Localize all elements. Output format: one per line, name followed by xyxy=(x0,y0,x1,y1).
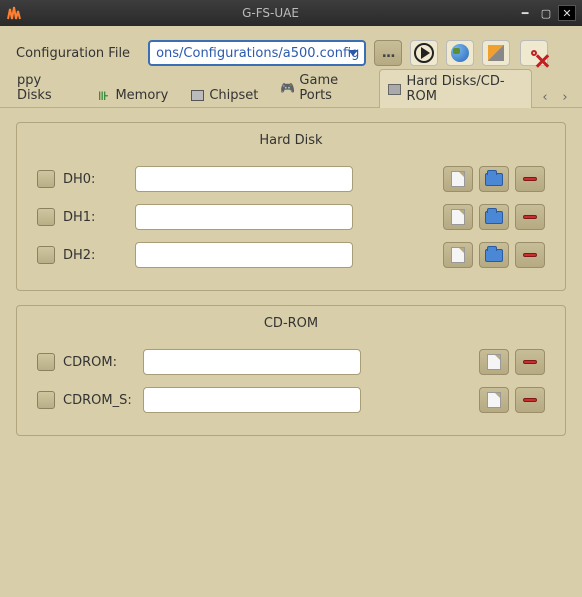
cdrom-title: CD-ROM xyxy=(17,316,565,331)
file-icon xyxy=(487,354,501,370)
dh0-file-button[interactable] xyxy=(443,166,473,192)
tab-bar: ppy Disks ⊪Memory Chipset 🎮Game Ports Ha… xyxy=(0,78,582,108)
config-file-label: Configuration File xyxy=(16,46,130,61)
cdrom-s-remove-button[interactable] xyxy=(515,387,545,413)
minus-icon xyxy=(523,253,537,257)
folder-icon xyxy=(485,249,503,262)
hard-disk-section: Hard Disk DH0: DH1: xyxy=(16,122,566,291)
globe-icon xyxy=(451,44,469,62)
maximize-button[interactable]: ▢ xyxy=(537,5,555,21)
tab-scroll-right[interactable]: › xyxy=(556,87,574,107)
tab-memory[interactable]: ⊪Memory xyxy=(87,83,177,107)
folder-icon xyxy=(485,211,503,224)
dh1-remove-button[interactable] xyxy=(515,204,545,230)
tools-button[interactable] xyxy=(482,40,510,66)
dh2-folder-button[interactable] xyxy=(479,242,509,268)
cdrom-file-button[interactable] xyxy=(479,349,509,375)
tab-floppy-disks[interactable]: ppy Disks xyxy=(8,68,83,107)
dh0-checkbox[interactable] xyxy=(37,170,55,188)
titlebar: G-FS-UAE ━ ▢ ✕ xyxy=(0,0,582,26)
delete-config-button[interactable] xyxy=(520,40,548,66)
web-button[interactable] xyxy=(446,40,474,66)
cdrom-s-input[interactable] xyxy=(143,387,361,413)
file-icon xyxy=(451,247,465,263)
dh2-input[interactable] xyxy=(135,242,353,268)
cdrom-s-file-button[interactable] xyxy=(479,387,509,413)
x-icon xyxy=(531,50,537,56)
file-icon xyxy=(451,171,465,187)
cdrom-input[interactable] xyxy=(143,349,361,375)
dh1-input[interactable] xyxy=(135,204,353,230)
cdrom-section: CD-ROM CDROM: CDROM_S: xyxy=(16,305,566,436)
gamepad-icon: 🎮 xyxy=(280,81,294,95)
dh2-label: DH2: xyxy=(63,248,127,263)
minus-icon xyxy=(523,177,537,181)
dh2-checkbox[interactable] xyxy=(37,246,55,264)
dh0-row: DH0: xyxy=(17,160,565,198)
minus-icon xyxy=(523,215,537,219)
minus-icon xyxy=(523,398,537,402)
cdrom-checkbox[interactable] xyxy=(37,353,55,371)
dh0-folder-button[interactable] xyxy=(479,166,509,192)
tab-scroll-left[interactable]: ‹ xyxy=(536,87,554,107)
hard-disk-title: Hard Disk xyxy=(17,133,565,148)
minimize-button[interactable]: ━ xyxy=(516,5,534,21)
dh2-remove-button[interactable] xyxy=(515,242,545,268)
tab-chipset[interactable]: Chipset xyxy=(181,83,267,107)
cdrom-row: CDROM: xyxy=(17,343,565,381)
dh2-row: DH2: xyxy=(17,236,565,274)
app-logo-icon xyxy=(6,5,22,21)
file-icon xyxy=(487,392,501,408)
tab-game-ports[interactable]: 🎮Game Ports xyxy=(271,68,375,107)
cdrom-s-checkbox[interactable] xyxy=(37,391,55,409)
cdrom-s-label: CDROM_S: xyxy=(63,393,135,408)
minus-icon xyxy=(523,360,537,364)
tab-hard-disks[interactable]: Hard Disks/CD-ROM xyxy=(379,69,532,108)
dh1-checkbox[interactable] xyxy=(37,208,55,226)
dh0-label: DH0: xyxy=(63,172,127,187)
tools-icon xyxy=(488,45,504,61)
dh0-input[interactable] xyxy=(135,166,353,192)
window-title: G-FS-UAE xyxy=(28,6,513,20)
file-icon xyxy=(451,209,465,225)
chipset-icon xyxy=(190,89,204,103)
cdrom-label: CDROM: xyxy=(63,355,135,370)
play-icon xyxy=(414,43,434,63)
config-file-value: ons/Configurations/a500.config xyxy=(156,46,359,61)
dh1-label: DH1: xyxy=(63,210,127,225)
dh1-row: DH1: xyxy=(17,198,565,236)
dh2-file-button[interactable] xyxy=(443,242,473,268)
folder-icon xyxy=(485,173,503,186)
config-file-select[interactable]: ons/Configurations/a500.config xyxy=(148,40,366,66)
dh1-folder-button[interactable] xyxy=(479,204,509,230)
memory-icon: ⊪ xyxy=(96,89,110,103)
cdrom-s-row: CDROM_S: xyxy=(17,381,565,419)
run-button[interactable] xyxy=(410,40,438,66)
ellipsis-icon: ... xyxy=(382,45,395,61)
close-window-button[interactable]: ✕ xyxy=(558,5,576,21)
dh0-remove-button[interactable] xyxy=(515,166,545,192)
dh1-file-button[interactable] xyxy=(443,204,473,230)
cdrom-remove-button[interactable] xyxy=(515,349,545,375)
browse-button[interactable]: ... xyxy=(374,40,402,66)
hard-disk-icon xyxy=(388,82,401,96)
